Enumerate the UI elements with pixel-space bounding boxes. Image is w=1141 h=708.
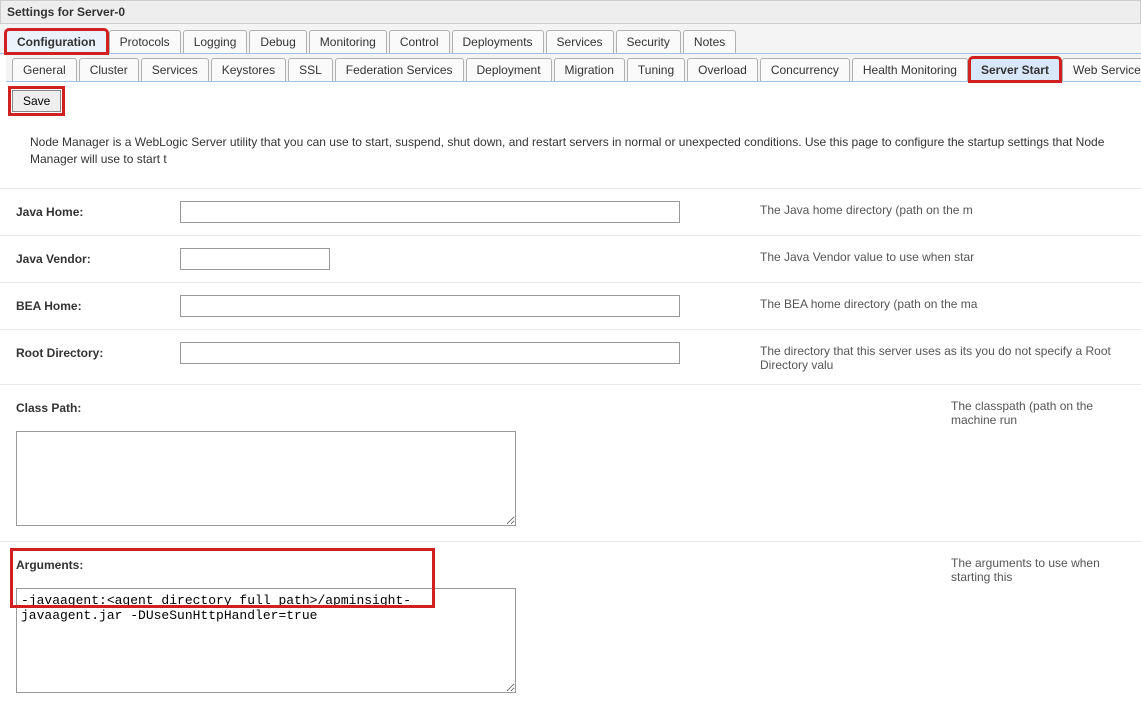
sub-tab-federation-services[interactable]: Federation Services	[335, 58, 464, 81]
row-java-home: Java Home: The Java home directory (path…	[0, 188, 1141, 235]
main-tab-monitoring[interactable]: Monitoring	[309, 30, 387, 53]
main-tab-logging[interactable]: Logging	[183, 30, 248, 53]
row-arguments: Arguments: The arguments to use when sta…	[0, 541, 1141, 708]
label-root-dir: Root Directory:	[10, 342, 180, 360]
main-tab-protocols[interactable]: Protocols	[109, 30, 181, 53]
row-java-vendor: Java Vendor: The Java Vendor value to us…	[0, 235, 1141, 282]
sub-tab-general[interactable]: General	[12, 58, 77, 81]
sub-tab-cluster[interactable]: Cluster	[79, 58, 139, 81]
help-arguments: The arguments to use when starting this	[931, 554, 1131, 584]
sub-tab-strip: GeneralClusterServicesKeystoresSSLFedera…	[6, 54, 1141, 82]
main-tab-debug[interactable]: Debug	[249, 30, 306, 53]
input-java-vendor[interactable]	[180, 248, 330, 270]
main-tab-deployments[interactable]: Deployments	[452, 30, 544, 53]
input-root-dir[interactable]	[180, 342, 680, 364]
page-description: Node Manager is a WebLogic Server utilit…	[0, 120, 1141, 188]
main-tab-notes[interactable]: Notes	[683, 30, 736, 53]
sub-tab-overload[interactable]: Overload	[687, 58, 758, 81]
sub-tab-ssl[interactable]: SSL	[288, 58, 333, 81]
main-tab-strip: ConfigurationProtocolsLoggingDebugMonito…	[0, 23, 1141, 54]
sub-tab-health-monitoring[interactable]: Health Monitoring	[852, 58, 968, 81]
help-bea-home: The BEA home directory (path on the ma	[740, 295, 1131, 311]
input-java-home[interactable]	[180, 201, 680, 223]
row-bea-home: BEA Home: The BEA home directory (path o…	[0, 282, 1141, 329]
main-tab-configuration[interactable]: Configuration	[6, 30, 107, 53]
help-java-home: The Java home directory (path on the m	[740, 201, 1131, 217]
input-class-path[interactable]	[16, 431, 516, 526]
label-java-home: Java Home:	[10, 201, 180, 219]
sub-tab-services[interactable]: Services	[141, 58, 209, 81]
main-tab-security[interactable]: Security	[616, 30, 681, 53]
sub-tab-server-start[interactable]: Server Start	[970, 58, 1060, 81]
sub-tab-concurrency[interactable]: Concurrency	[760, 58, 850, 81]
input-bea-home[interactable]	[180, 295, 680, 317]
main-tab-services[interactable]: Services	[546, 30, 614, 53]
label-java-vendor: Java Vendor:	[10, 248, 180, 266]
row-root-dir: Root Directory: The directory that this …	[0, 329, 1141, 384]
save-button[interactable]: Save	[12, 90, 61, 112]
help-java-vendor: The Java Vendor value to use when star	[740, 248, 1131, 264]
input-arguments[interactable]	[16, 588, 516, 693]
label-class-path: Class Path:	[10, 397, 180, 415]
sub-tab-web-services[interactable]: Web Services	[1062, 58, 1141, 81]
help-root-dir: The directory that this server uses as i…	[740, 342, 1131, 372]
main-tab-control[interactable]: Control	[389, 30, 450, 53]
page-title: Settings for Server-0	[0, 0, 1141, 23]
help-class-path: The classpath (path on the machine run	[931, 397, 1131, 427]
sub-tab-keystores[interactable]: Keystores	[211, 58, 286, 81]
sub-tab-tuning[interactable]: Tuning	[627, 58, 685, 81]
label-arguments: Arguments:	[10, 554, 180, 572]
row-class-path: Class Path: The classpath (path on the m…	[0, 384, 1141, 541]
sub-tab-deployment[interactable]: Deployment	[466, 58, 552, 81]
sub-tab-migration[interactable]: Migration	[554, 58, 625, 81]
label-bea-home: BEA Home:	[10, 295, 180, 313]
